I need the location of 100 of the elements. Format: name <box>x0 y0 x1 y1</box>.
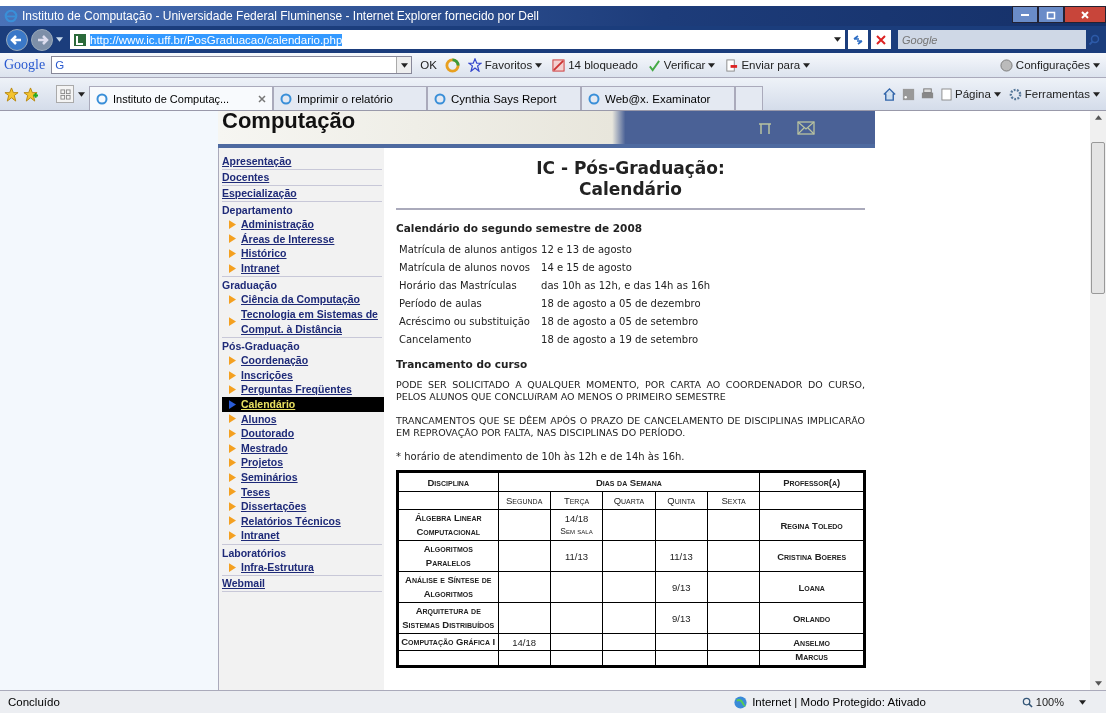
time-cell-text: 11/13 <box>563 549 590 563</box>
sidebar-item[interactable]: Projetos <box>222 455 382 470</box>
banner-title: Computação <box>222 111 356 132</box>
caret-icon <box>708 62 716 68</box>
caret-icon <box>1079 699 1086 705</box>
professor-cell: Loana <box>798 581 825 593</box>
column-header: Professor(a) <box>783 476 841 488</box>
browser-tab[interactable]: Instituto de Computaç... <box>89 86 273 110</box>
sidebar-item[interactable]: Coordenação <box>222 353 382 368</box>
checkmark-icon <box>647 58 661 72</box>
toolbar-search-field[interactable]: G <box>51 56 413 74</box>
sidebar-link[interactable]: Webmail <box>222 576 382 593</box>
refresh-icon <box>852 33 864 46</box>
tools-menu-button[interactable]: Ferramentas <box>1006 87 1102 101</box>
favorites-button[interactable]: Favoritos <box>465 58 545 72</box>
caret-icon[interactable] <box>78 91 85 97</box>
back-button[interactable] <box>6 28 28 51</box>
browser-tab[interactable]: Web@x. Examinator <box>581 86 735 110</box>
sidebar-heading: Laboratórios <box>222 545 288 560</box>
send-to-button[interactable]: Enviar para <box>723 58 813 72</box>
sidebar-item[interactable]: Infra-Estrutura <box>222 559 382 575</box>
browser-tab[interactable]: Imprimir o relatório <box>273 86 427 110</box>
sidebar-item[interactable]: Teses <box>222 484 382 500</box>
sidebar-item[interactable]: Relatórios Técnicos <box>222 513 382 529</box>
site-logo-icon <box>74 33 86 46</box>
close-icon[interactable] <box>258 94 266 103</box>
down-arrow-icon[interactable] <box>1094 681 1102 686</box>
favorites-star-icon[interactable] <box>4 86 19 102</box>
triangle-bullet-icon <box>229 219 236 229</box>
schedule-value: 18 de agosto a 19 de setembro <box>541 333 700 346</box>
search-field[interactable]: Google <box>898 30 1086 49</box>
discipline-cell: Álgebra Linear Computacional <box>414 512 482 537</box>
caret-icon <box>1093 62 1100 68</box>
zoom-button[interactable]: 100% <box>1019 696 1088 708</box>
sidebar-item[interactable]: Histórico <box>222 246 382 261</box>
sidebar-item[interactable]: Tecnologia em Sistemas de Comput. à Distância <box>222 306 382 337</box>
sidebar-item[interactable]: Alunos <box>222 411 382 427</box>
spell-check-button[interactable]: Verificar <box>645 58 718 72</box>
caret-icon[interactable] <box>834 37 841 42</box>
sidebar-link[interactable]: Docentes <box>222 170 382 186</box>
sidebar-item[interactable]: Intranet <box>222 260 382 276</box>
vertical-scrollbar[interactable] <box>1090 111 1106 690</box>
sidebar-item[interactable]: Seminários <box>222 469 382 485</box>
up-arrow-icon[interactable] <box>1094 115 1102 120</box>
sidebar-item[interactable]: Perguntas Freqüentes <box>222 382 382 397</box>
ok-button[interactable]: OK <box>418 59 439 71</box>
time-cell-text: 14/18 <box>511 635 538 649</box>
refresh-button[interactable] <box>848 30 868 49</box>
triangle-bullet-icon <box>229 516 236 526</box>
stop-button[interactable] <box>871 30 891 49</box>
minimize-button[interactable] <box>1012 6 1038 23</box>
browser-tab[interactable]: Cynthia Says Report <box>427 86 581 110</box>
sidebar-item[interactable]: Mestrado <box>222 440 382 456</box>
sidebar-item[interactable]: Intranet <box>222 528 382 543</box>
schedule-label: Período de aulas <box>399 297 483 310</box>
column-header: Segunda <box>506 495 543 506</box>
professor-cell: Regina Toledo <box>780 519 843 531</box>
sidebar-item[interactable]: Administração <box>222 217 382 232</box>
home-icon[interactable] <box>882 86 897 102</box>
page-menu-button[interactable]: Página <box>939 87 1003 101</box>
globe-icon <box>434 92 446 105</box>
sidebar-item[interactable]: Inscrições <box>222 367 382 383</box>
triangle-bullet-icon <box>229 399 236 409</box>
column-header: Terça <box>563 495 590 506</box>
caret-icon[interactable] <box>56 37 63 42</box>
schedule-value: das 10h as 12h, e das 14h as 16h <box>541 279 712 292</box>
discipline-cell: Algoritmos Paralelos <box>423 543 473 568</box>
colorful-swirl-icon[interactable] <box>444 57 460 73</box>
time-cell-text: 9/13 <box>670 611 692 625</box>
sidebar-item[interactable]: Doutorado <box>222 426 382 441</box>
minimize-icon <box>1021 13 1029 16</box>
add-favorite-icon[interactable] <box>23 86 38 102</box>
footnote: * horário de atendimento de 10h às 12h e de 14h às 16h. <box>396 451 686 462</box>
schedule-label: Matrícula de alunos antigos <box>399 243 538 256</box>
professor-cell: Marcus <box>795 651 829 662</box>
sidebar-item[interactable]: Dissertações <box>222 499 382 514</box>
gear-icon <box>1008 87 1022 101</box>
triangle-bullet-icon <box>229 385 236 395</box>
notice-paragraph: TRANCAMENTOS QUE SE DÊEM APÓS O PRAZO DE CANCELAMENTO DE DISCIPLINAS IMPLICARÃO EM REPROVAÇÃO POR FALTA, NAS DISCIPLINAS DO PERÍODO. <box>396 415 865 439</box>
section-heading: Trancamento do curso <box>396 358 529 370</box>
settings-button[interactable]: Configurações <box>997 58 1102 72</box>
restore-button[interactable] <box>1038 6 1064 23</box>
envelope-icon[interactable] <box>797 120 815 135</box>
popup-blocker-button[interactable]: 14 bloqueado <box>550 58 640 72</box>
schedule-label: Horário das Mastrículas <box>399 279 518 292</box>
time-cell-text: 11/13 <box>668 549 694 563</box>
column-header: Sexta <box>721 495 746 506</box>
close-button[interactable] <box>1064 6 1106 23</box>
sidebar-item[interactable]: Ciência da Computação <box>222 292 382 307</box>
triangle-bullet-icon <box>229 295 236 305</box>
caret-icon[interactable] <box>400 62 408 68</box>
gate-icon[interactable] <box>757 120 773 135</box>
triangle-bullet-icon <box>229 531 236 541</box>
forward-button[interactable] <box>31 28 53 51</box>
scrollbar-thumb[interactable] <box>1091 142 1105 294</box>
sidebar-item[interactable]: Áreas de Interesse <box>222 231 382 247</box>
sidebar-link[interactable]: Apresentação <box>222 154 382 170</box>
triangle-bullet-icon <box>229 562 236 572</box>
close-icon <box>1080 9 1090 20</box>
sidebar-link[interactable]: Especialização <box>222 186 382 202</box>
